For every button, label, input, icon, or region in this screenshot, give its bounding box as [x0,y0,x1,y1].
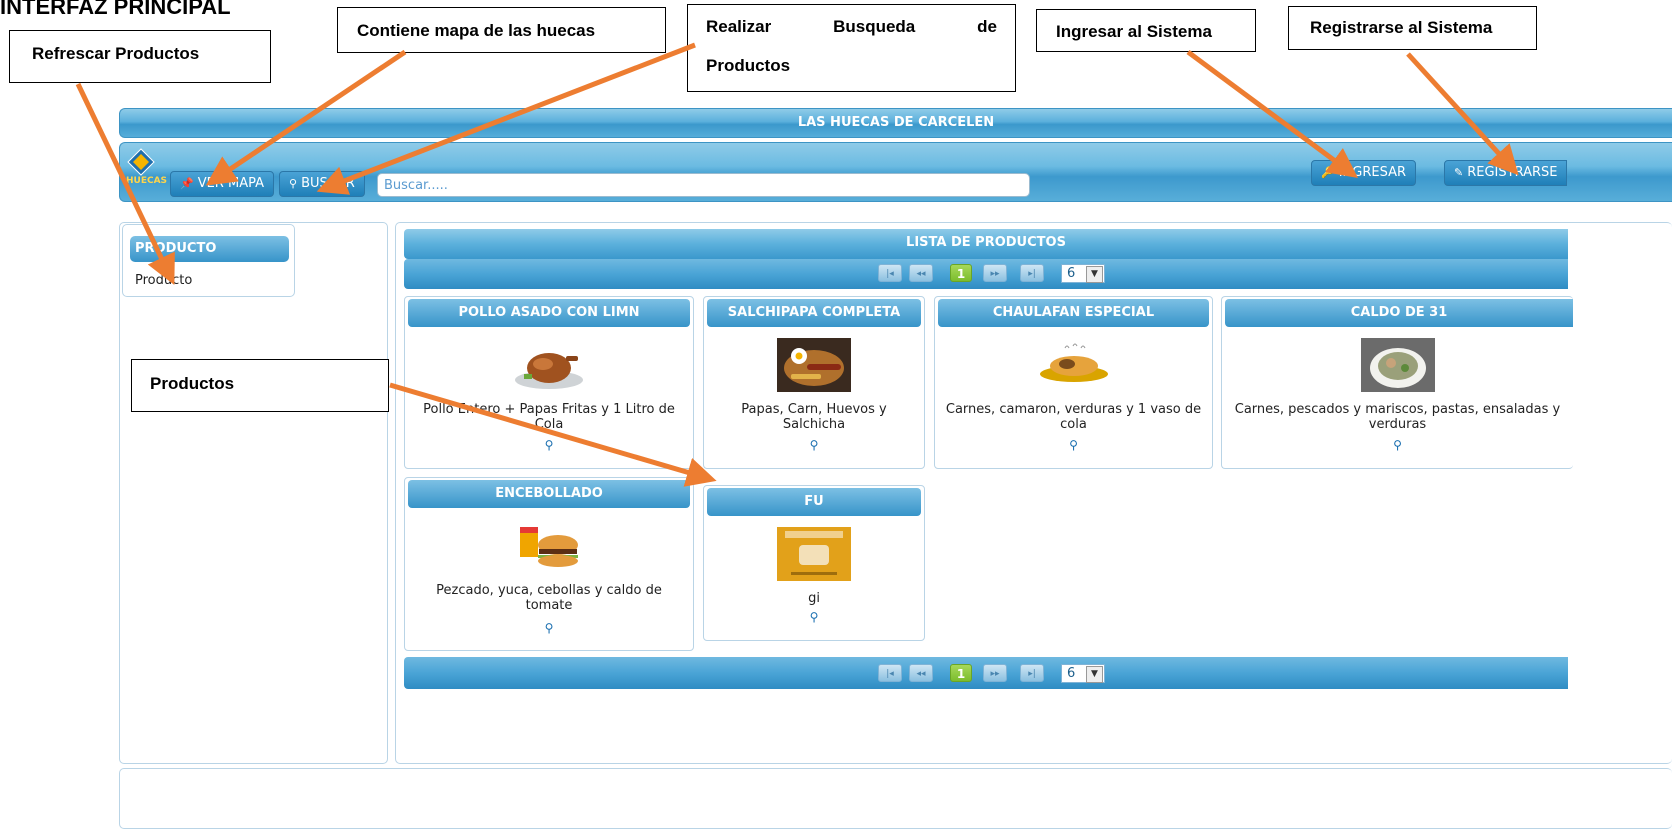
first-page-button[interactable]: |◂ [878,664,902,682]
chevron-down-icon: ▼ [1086,266,1103,283]
callout-products: Productos [131,359,389,412]
register-button[interactable]: ✎ REGISTRARSE [1444,160,1568,186]
search-button[interactable]: ⚲ BUSCAR [279,171,365,197]
salchipapa-image [777,338,851,392]
search-icon[interactable]: ⚲ [545,438,554,452]
product-name[interactable]: FU [707,488,921,516]
product-description: Carnes, camaron, verduras y 1 vaso de co… [945,402,1202,432]
next-page-button[interactable]: ▸▸ [983,264,1007,282]
sidebar-panel: PRODUCTO Producto [119,222,388,764]
search-icon[interactable]: ⚲ [545,621,554,635]
pin-icon: 📌 [180,177,194,190]
callout-map: Contiene mapa de las huecas [337,7,666,53]
product-name[interactable]: CALDO DE 31 [1225,299,1573,327]
pencil-icon: ✎ [1454,166,1464,179]
document-title: INTERFAZ PRINCIPAL [0,0,231,19]
app-title: LAS HUECAS DE CARCELEN [797,115,995,130]
product-name[interactable]: CHAULAFAN ESPECIAL [938,299,1209,327]
search-icon[interactable]: ⚲ [810,610,819,624]
search-icon[interactable]: ⚲ [1069,438,1078,452]
sidebar-header[interactable]: PRODUCTO [130,236,289,262]
view-map-button[interactable]: 📌 VER MAPA [170,171,274,197]
app-logo: HUECAS [126,148,167,192]
per-page-select[interactable]: 6 ▼ [1061,664,1105,683]
sidebar-item-producto[interactable]: Producto [135,273,192,288]
search-icon[interactable]: ⚲ [810,438,819,452]
callout-refresh: Refrescar Productos [9,30,271,83]
key-icon: 🔑 [1321,166,1335,179]
product-name[interactable]: ENCEBOLLADO [408,480,690,508]
product-name[interactable]: POLLO ASADO CON LIMN [408,299,690,327]
product-description: Pollo Entero + Papas Fritas y 1 Litro de… [423,402,675,432]
callout-register: Registrarse al Sistema [1288,6,1537,50]
current-page[interactable]: 1 [950,664,972,682]
fast-food-image [520,527,578,567]
pager-top: |◂ ◂◂ 1 ▸▸ ▸| 6 ▼ [404,259,1568,289]
search-icon[interactable]: ⚲ [1393,438,1402,452]
prev-page-button[interactable]: ◂◂ [909,264,933,282]
product-name[interactable]: SALCHIPAPA COMPLETA [707,299,921,327]
title-bar: LAS HUECAS DE CARCELEN [119,108,1672,138]
search-icon: ⚲ [289,177,298,190]
callout-login: Ingresar al Sistema [1036,9,1256,52]
product-description: Pezcado, yuca, cebollas y caldo de tomat… [436,583,662,613]
category-box: PRODUCTO Producto [122,224,295,297]
product-description: Papas, Carn, Huevos y Salchicha [741,402,887,432]
chevron-down-icon: ▼ [1086,666,1103,683]
products-panel: LISTA DE PRODUCTOS |◂ ◂◂ 1 ▸▸ ▸| 6 ▼ POL… [395,222,1672,764]
soup-bowl-image [1360,338,1435,392]
first-page-button[interactable]: |◂ [878,264,902,282]
product-card[interactable]: CHAULAFAN ESPECIAL Carnes, camaron, verd… [934,296,1213,469]
prev-page-button[interactable]: ◂◂ [909,664,933,682]
app-window: LAS HUECAS DE CARCELEN HUECAS 📌 VER MAPA … [119,108,1672,829]
per-page-select[interactable]: 6 ▼ [1061,264,1105,283]
pager-bottom: |◂ ◂◂ 1 ▸▸ ▸| 6 ▼ [404,657,1568,689]
rice-dish-image [1039,343,1108,382]
callout-search: Realizar Busqueda de Productos [687,4,1016,92]
search-input[interactable] [377,173,1030,197]
product-card[interactable]: CALDO DE 31 Carnes, pescados y mariscos,… [1221,296,1573,469]
product-card[interactable]: POLLO ASADO CON LIMN Pollo Entero + Papa… [404,296,694,469]
products-header: LISTA DE PRODUCTOS [404,229,1568,259]
roast-chicken-image [515,353,583,389]
product-description: gi [808,591,820,606]
product-card[interactable]: SALCHIPAPA COMPLETA Papas, Carn, Huevos … [703,296,925,469]
next-page-button[interactable]: ▸▸ [983,664,1007,682]
pandemonio-bread-image [777,527,851,581]
product-card[interactable]: ENCEBOLLADO Pezcado, yuca, cebollas y ca… [404,477,694,651]
footer-panel [119,768,1672,829]
last-page-button[interactable]: ▸| [1020,264,1044,282]
login-button[interactable]: 🔑 INGRESAR [1311,160,1417,186]
last-page-button[interactable]: ▸| [1020,664,1044,682]
current-page[interactable]: 1 [950,264,972,282]
products-title: LISTA DE PRODUCTOS [906,235,1066,250]
product-description: Carnes, pescados y mariscos, pastas, ens… [1234,402,1561,432]
product-card[interactable]: FU gi ⚲ [703,485,925,641]
toolbar: HUECAS 📌VER MAPA ⚲BUSCAR 🔑INGRESAR ✎REGI… [119,142,1672,202]
